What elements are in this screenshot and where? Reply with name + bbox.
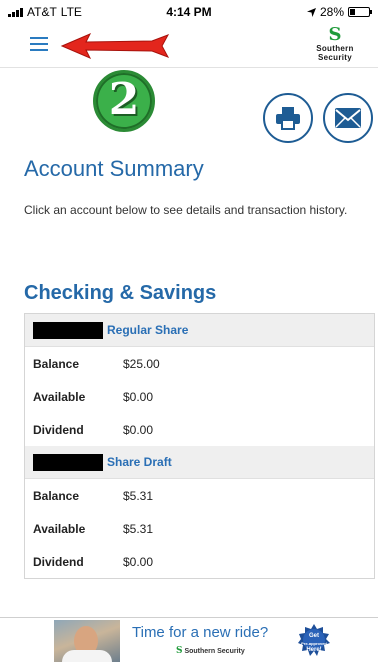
redacted-account-number [33, 322, 103, 339]
account-header-regular-share[interactable]: Regular Share [25, 314, 374, 347]
location-arrow-icon [306, 7, 316, 17]
table-row: Dividend $0.00 [25, 545, 374, 578]
row-label: Dividend [33, 555, 84, 569]
printer-icon [276, 107, 300, 130]
print-button[interactable] [263, 93, 313, 143]
southern-security-logo: S Southern Security [302, 24, 368, 63]
step-number-badge: 2 [93, 70, 155, 132]
envelope-icon [335, 108, 361, 128]
battery-icon [348, 7, 372, 17]
row-label: Available [33, 390, 86, 404]
hamburger-menu-icon[interactable] [30, 37, 52, 53]
table-row: Available $0.00 [25, 380, 374, 413]
row-label: Balance [33, 489, 80, 503]
ad-brand-logo: S Southern Security [176, 646, 245, 656]
row-value: $5.31 [123, 489, 154, 503]
intro-text: Click an account below to see details an… [24, 203, 348, 217]
pre-approved-seal: Get Pre-approved Here! [298, 624, 330, 656]
row-label: Available [33, 522, 86, 536]
seal-text: Get Pre-approved Here! [298, 633, 330, 654]
account-name-link[interactable]: Regular Share [107, 323, 188, 337]
status-bar: AT&T LTE 4:14 PM 28% [0, 0, 378, 24]
seal-line-2: Pre-approved [301, 641, 327, 646]
table-row: Available $5.31 [25, 512, 374, 545]
battery-level [350, 9, 355, 15]
redacted-account-number [33, 454, 103, 471]
row-value: $0.00 [123, 390, 154, 404]
section-title-checking-savings: Checking & Savings [24, 282, 217, 304]
table-row: Balance $5.31 [25, 479, 374, 512]
accounts-table: Regular Share Balance $25.00 Available $… [24, 313, 375, 579]
logo-s-icon: S [328, 24, 342, 45]
ad-banner[interactable]: Time for a new ride? S Southern Security… [0, 617, 378, 662]
seal-line-1: Get [308, 633, 319, 639]
seal-line-3: Here! [306, 647, 322, 653]
table-row: Dividend $0.00 [25, 413, 374, 446]
row-value: $0.00 [123, 555, 154, 569]
account-name-link[interactable]: Share Draft [107, 455, 172, 469]
battery-percent: 28% [319, 5, 344, 19]
page-title: Account Summary [24, 156, 204, 181]
row-value: $25.00 [123, 357, 160, 371]
row-value: $5.31 [123, 522, 154, 536]
table-row: Balance $25.00 [25, 347, 374, 380]
account-header-share-draft[interactable]: Share Draft [25, 446, 374, 479]
row-label: Dividend [33, 423, 84, 437]
red-arrow-annotation-icon [60, 33, 170, 59]
row-label: Balance [33, 357, 80, 371]
row-value: $0.00 [123, 423, 154, 437]
email-button[interactable] [323, 93, 373, 143]
app-header: S Southern Security [0, 24, 378, 68]
battery-info: 28% [306, 5, 372, 19]
ad-headline: Time for a new ride? [132, 624, 269, 641]
logo-line-2: Security [318, 53, 352, 62]
ad-person-photo [54, 620, 120, 662]
ad-brand-name: Southern Security [184, 648, 245, 655]
logo-line-1: Southern [316, 44, 354, 53]
